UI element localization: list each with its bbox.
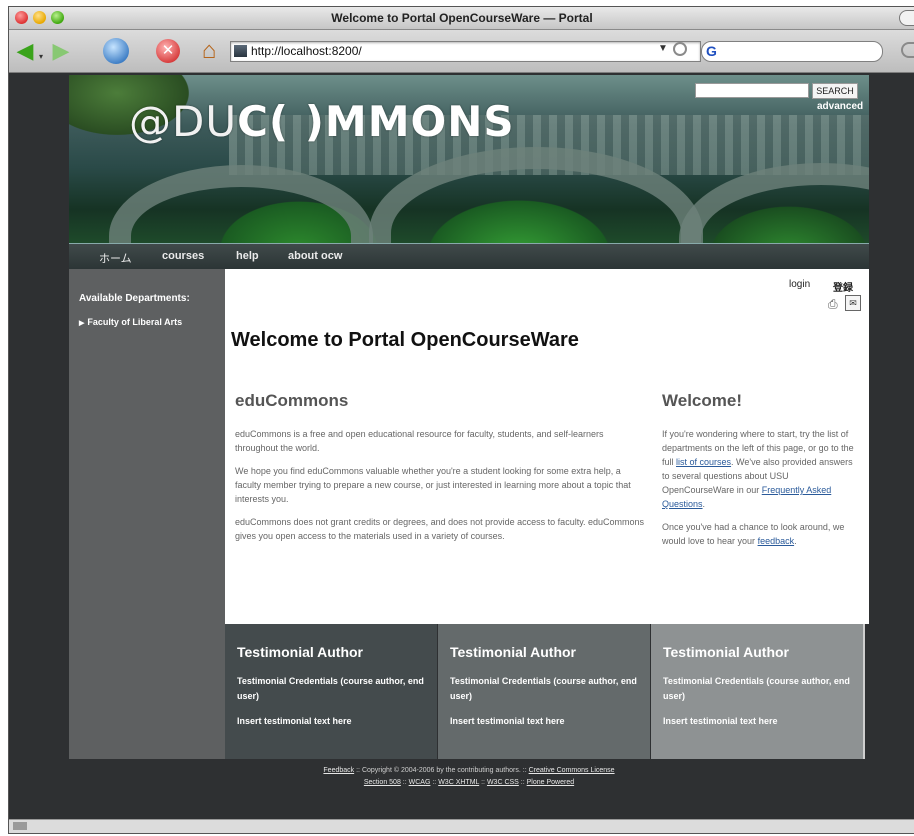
testimonial-credentials: Testimonial Credentials (course author, …: [450, 676, 637, 701]
testimonials-row: Testimonial Author Testimonial Credentia…: [225, 624, 865, 759]
footer-w3c-xhtml-link[interactable]: W3C XHTML: [438, 779, 479, 786]
footer-plone-powered-link[interactable]: Plone Powered: [527, 779, 574, 786]
sidebar: Available Departments: ▶ Faculty of Liber…: [69, 269, 225, 759]
google-search-icon[interactable]: G: [706, 43, 717, 59]
welcome-heading: Welcome!: [662, 391, 742, 410]
send-to-icon[interactable]: ✉: [845, 295, 861, 311]
browser-window: Welcome to Portal OpenCourseWare — Porta…: [8, 6, 914, 834]
site-search-input[interactable]: [695, 83, 809, 98]
triangle-right-icon: ▶: [79, 320, 85, 327]
title-bar: Welcome to Portal OpenCourseWare — Porta…: [9, 7, 914, 30]
sidebar-item-faculty-of-liberal-arts[interactable]: ▶ Faculty of Liberal Arts: [79, 317, 182, 327]
list-of-courses-link[interactable]: list of courses: [676, 457, 731, 467]
intro-paragraph: eduCommons is a free and open educationa…: [235, 429, 604, 453]
nav-about-ocw[interactable]: about ocw: [288, 250, 342, 262]
back-dropdown-icon[interactable]: ▾: [39, 52, 43, 61]
go-icon[interactable]: [673, 42, 687, 56]
content-area: login 登録 ⎙ ✉ Welcome to Portal OpenCours…: [225, 269, 869, 624]
site-favicon-icon: [234, 45, 247, 57]
intro-paragraph: We hope you find eduCommons valuable whe…: [235, 466, 631, 504]
intro-paragraph: eduCommons does not grant credits or deg…: [235, 517, 645, 541]
page-title: Welcome to Portal OpenCourseWare: [231, 329, 579, 351]
back-arrow-icon[interactable]: ◀: [13, 39, 37, 63]
sidebar-heading: Available Departments:: [79, 293, 190, 304]
nav-home[interactable]: ホーム: [99, 250, 132, 266]
testimonial-card: Testimonial Author Testimonial Credentia…: [438, 624, 650, 759]
feedback-link[interactable]: feedback: [758, 536, 795, 546]
testimonial-author: Testimonial Author: [450, 644, 576, 660]
page-footer: Feedback :: Copyright © 2004-2006 by the…: [69, 765, 869, 789]
testimonial-text: Insert testimonial text here: [450, 716, 565, 726]
home-icon[interactable]: ⌂: [197, 39, 221, 63]
toolbar-toggle-icon[interactable]: [899, 10, 914, 26]
footer-line-2: Section 508 :: WCAG :: W3C XHTML :: W3C …: [363, 779, 575, 786]
url-text[interactable]: http://localhost:8200/: [251, 44, 362, 58]
register-link[interactable]: 登録: [833, 279, 853, 294]
footer-wcag-link[interactable]: WCAG: [409, 779, 431, 786]
window-title: Welcome to Portal OpenCourseWare — Porta…: [331, 11, 593, 25]
main-nav: ホーム courses help about ocw: [69, 243, 869, 270]
welcome-paragraph: If you're wondering where to start, try …: [662, 429, 854, 509]
welcome-paragraph: Once you've had a chance to look around,…: [662, 522, 845, 546]
testimonial-credentials: Testimonial Credentials (course author, …: [663, 676, 850, 701]
url-history-dropdown-icon[interactable]: ▼: [658, 43, 668, 54]
footer-cc-license-link[interactable]: Creative Commons License: [529, 767, 615, 774]
browser-toolbar: ◀ ▾ ▶ ✕ ⌂ http://localhost:8200/ ▼ G: [9, 30, 914, 73]
nav-courses[interactable]: courses: [162, 250, 204, 262]
status-icon: [13, 822, 27, 830]
testimonial-author: Testimonial Author: [663, 644, 789, 660]
testimonial-author: Testimonial Author: [237, 644, 363, 660]
testimonial-credentials: Testimonial Credentials (course author, …: [237, 676, 424, 701]
reload-icon[interactable]: [103, 38, 129, 64]
nav-help[interactable]: help: [236, 250, 259, 262]
footer-feedback-link[interactable]: Feedback: [323, 767, 354, 774]
banner-bridge-arch: [679, 163, 869, 243]
intro-heading: eduCommons: [235, 391, 349, 410]
advanced-search-link[interactable]: advanced: [817, 101, 863, 112]
site-search-button[interactable]: SEARCH: [812, 83, 858, 99]
intro-column: eduCommons eduCommons is a free and open…: [235, 391, 645, 552]
search-engine-icon[interactable]: [901, 42, 914, 58]
footer-w3c-css-link[interactable]: W3C CSS: [487, 779, 519, 786]
footer-line-1: Feedback :: Copyright © 2004-2006 by the…: [323, 767, 615, 774]
browser-search-box[interactable]: G: [701, 41, 883, 62]
stop-icon[interactable]: ✕: [156, 39, 180, 63]
welcome-column: Welcome! If you're wondering where to st…: [662, 391, 858, 557]
forward-arrow-icon[interactable]: ▶: [49, 39, 73, 63]
footer-copyright: Copyright © 2004-2006 by the contributin…: [361, 767, 521, 774]
address-bar[interactable]: http://localhost:8200/: [230, 41, 701, 62]
testimonial-text: Insert testimonial text here: [237, 716, 352, 726]
header-banner: @DUC( )MMONS SEARCH advanced: [69, 75, 869, 243]
testimonial-text: Insert testimonial text here: [663, 716, 778, 726]
login-link[interactable]: login: [789, 279, 810, 290]
footer-section-508-link[interactable]: Section 508: [364, 779, 401, 786]
status-bar: [9, 819, 914, 833]
educommons-logo[interactable]: @DUC( )MMONS: [129, 97, 515, 146]
banner-bridge-arch: [109, 165, 373, 243]
print-icon[interactable]: ⎙: [828, 297, 842, 311]
testimonial-card: Testimonial Author Testimonial Credentia…: [225, 624, 437, 759]
testimonial-card: Testimonial Author Testimonial Credentia…: [651, 624, 865, 759]
